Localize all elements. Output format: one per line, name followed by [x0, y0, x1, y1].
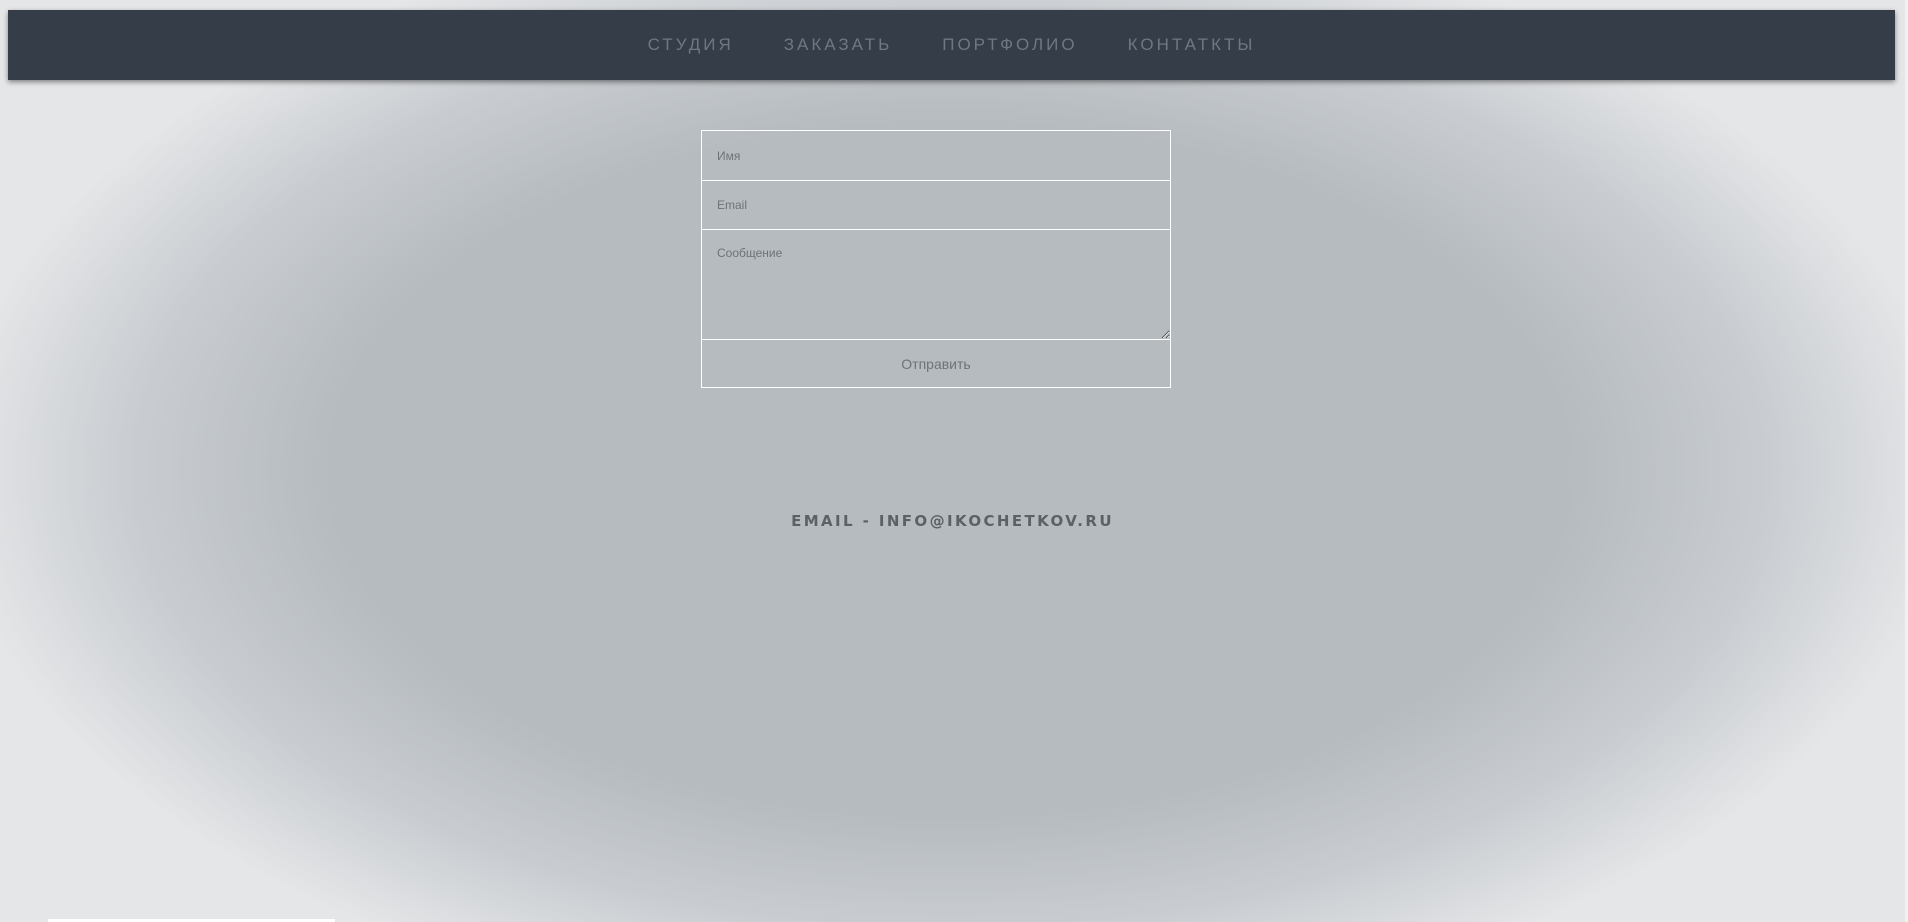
- email-field[interactable]: [701, 180, 1171, 230]
- submit-button[interactable]: Отправить: [701, 339, 1171, 388]
- nav-item-portfolio[interactable]: ПОРТФОЛИО: [917, 35, 1102, 55]
- contact-form: Отправить: [701, 130, 1171, 388]
- contact-email-text: EMAIL - INFO@IKOCHETKOV.RU: [791, 512, 1114, 530]
- top-navbar: СТУДИЯ ЗАКАЗАТЬ ПОРТФОЛИО КОНТАТКТЫ: [8, 10, 1895, 80]
- nav-item-order[interactable]: ЗАКАЗАТЬ: [759, 35, 917, 55]
- name-field[interactable]: [701, 130, 1171, 181]
- nav-item-contacts[interactable]: КОНТАТКТЫ: [1103, 35, 1281, 55]
- message-field[interactable]: [701, 229, 1171, 340]
- nav-menu: СТУДИЯ ЗАКАЗАТЬ ПОРТФОЛИО КОНТАТКТЫ: [623, 35, 1281, 55]
- nav-item-studio[interactable]: СТУДИЯ: [623, 35, 759, 55]
